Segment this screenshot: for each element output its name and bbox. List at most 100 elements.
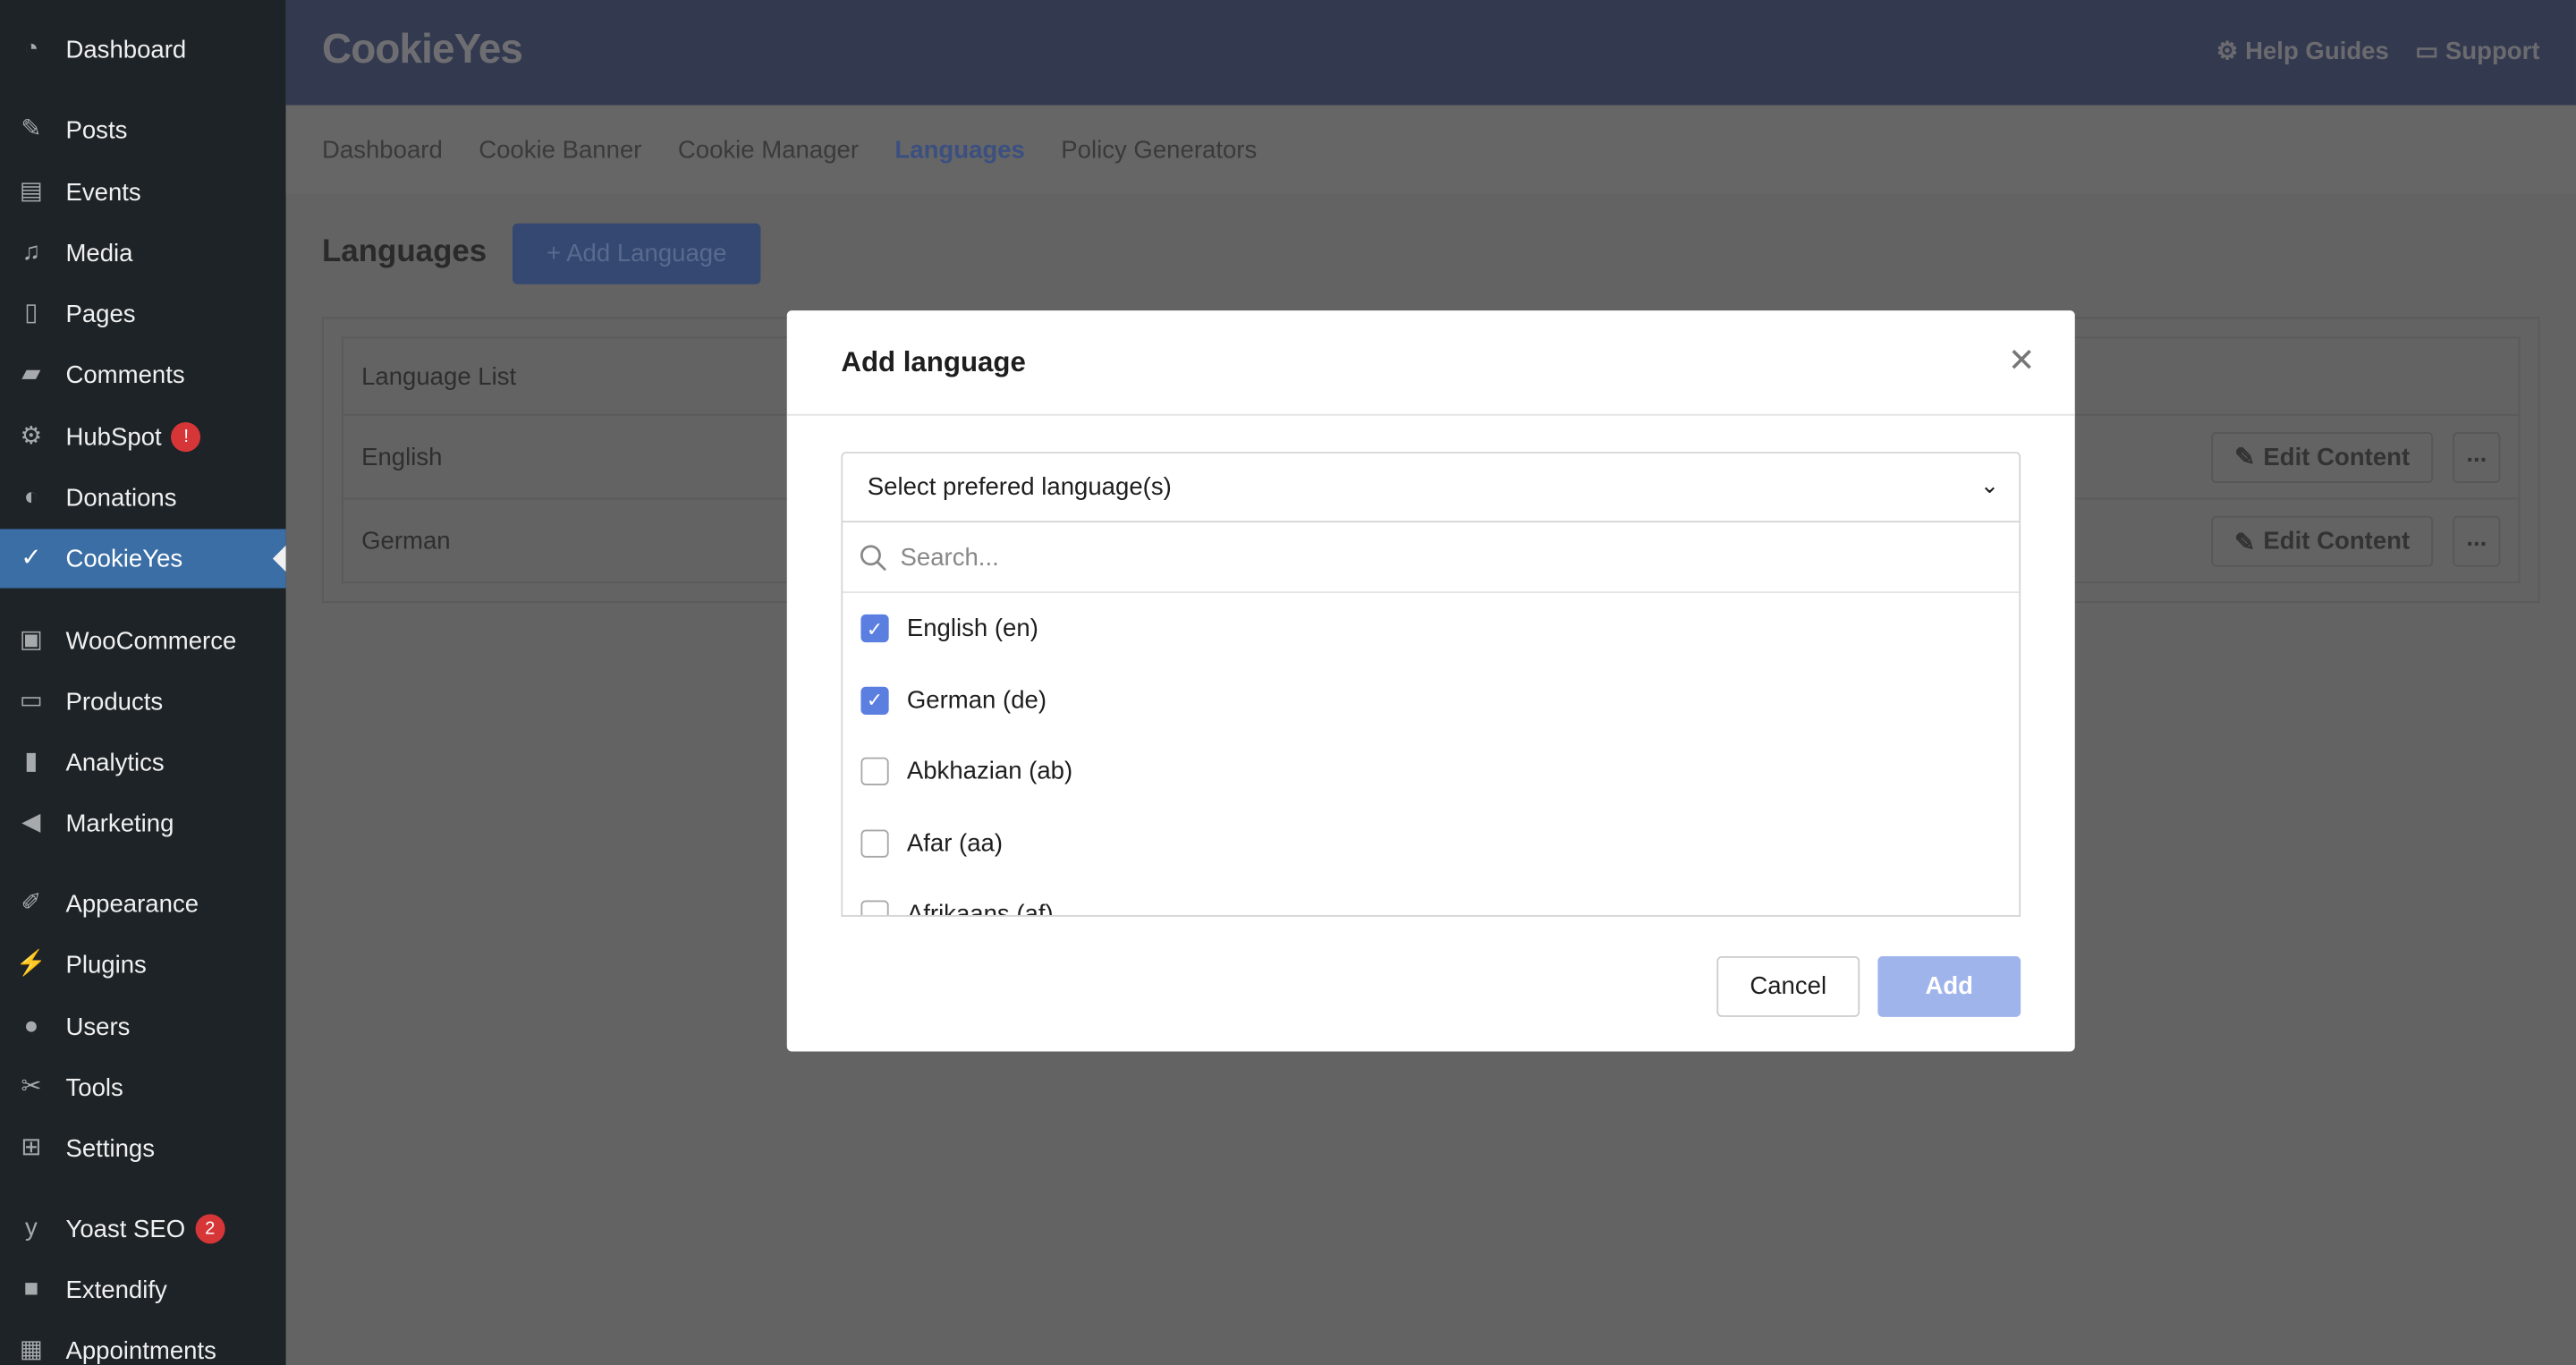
cancel-button[interactable]: Cancel xyxy=(1716,955,1860,1017)
checkbox[interactable]: ✓ xyxy=(860,615,889,643)
option-label: German (de) xyxy=(906,686,1047,715)
modal-title: Add language xyxy=(841,346,1026,378)
more-button[interactable]: ... xyxy=(2453,515,2501,567)
language-option[interactable]: Abkhazian (ab) xyxy=(843,736,2019,808)
sidebar-item-products[interactable]: ▭ Products xyxy=(0,672,286,731)
select-label: Select prefered language(s) xyxy=(867,472,1172,502)
sidebar-item-pages[interactable]: ▯ Pages xyxy=(0,284,286,343)
sidebar-item-label: Extendify xyxy=(65,1276,167,1304)
sidebar-item-donations[interactable]: ◐ Donations xyxy=(0,468,286,527)
header-label: Language List xyxy=(361,361,517,391)
screen: ◔ Dashboard ✎ Posts ▤ Events ♫ Media ▯ Pages ▰ Comm… xyxy=(0,0,2576,1365)
wrench-icon: ✂ xyxy=(21,1072,42,1101)
sidebar-item-media[interactable]: ♫ Media xyxy=(0,224,286,283)
sidebar-item-label: Media xyxy=(65,239,133,267)
archive-icon: ▭ xyxy=(19,686,43,715)
sidebar-item-marketing[interactable]: ◀ Marketing xyxy=(0,793,286,852)
tab-dashboard[interactable]: Dashboard xyxy=(322,136,443,164)
brush-icon: ✐ xyxy=(21,888,42,917)
sidebar-item-label: Comments xyxy=(65,360,185,389)
edit-icon: ✎ xyxy=(2234,443,2256,472)
sidebar-item-label: Pages xyxy=(65,300,136,328)
search-row xyxy=(843,522,2020,594)
sidebar-item-label: WooCommerce xyxy=(65,626,237,655)
notification-badge: ! xyxy=(171,422,201,453)
edit-label: Edit Content xyxy=(2263,442,2411,471)
sidebar-item-comments[interactable]: ▰ Comments xyxy=(0,345,286,404)
extendify-icon: ■ xyxy=(23,1275,39,1303)
calendar-icon: ▦ xyxy=(19,1335,43,1364)
support-label: Support xyxy=(2445,38,2540,66)
user-icon: ● xyxy=(23,1012,39,1040)
tab-policy-generators[interactable]: Policy Generators xyxy=(1061,136,1257,164)
bar-chart-icon: ▮ xyxy=(24,747,38,776)
notification-badge: 2 xyxy=(195,1214,225,1244)
language-option[interactable]: ✓ English (en) xyxy=(843,593,2019,665)
sidebar-item-appearance[interactable]: ✐ Appearance xyxy=(0,874,286,933)
language-option[interactable]: Afar (aa) xyxy=(843,808,2019,879)
checkbox[interactable] xyxy=(860,829,889,858)
sidebar-item-cookieyes[interactable]: ✓ CookieYes xyxy=(0,529,286,589)
sidebar-item-tools[interactable]: ✂ Tools xyxy=(0,1058,286,1117)
language-option[interactable]: ✓ German (de) xyxy=(843,665,2019,736)
cookieyes-icon: ✓ xyxy=(21,543,42,572)
dashboard-icon: ◔ xyxy=(23,34,39,63)
language-select[interactable]: Select prefered language(s) ⌄ xyxy=(841,452,2021,523)
plugin-nav: Dashboard Cookie Banner Cookie Manager L… xyxy=(285,105,2576,194)
sidebar-item-label: Events xyxy=(65,178,141,207)
sidebar-item-label: Donations xyxy=(65,483,177,513)
sidebar-item-yoast-seo[interactable]: y Yoast SEO 2 xyxy=(0,1200,286,1259)
sidebar-item-appointments[interactable]: ▦ Appointments xyxy=(0,1321,286,1365)
pin-icon: ✎ xyxy=(21,114,42,143)
search-icon xyxy=(860,544,886,571)
hubspot-icon: ⚙ xyxy=(20,422,43,451)
comment-icon: ▰ xyxy=(21,360,41,388)
language-option[interactable]: Afrikaans (af) xyxy=(843,879,2019,916)
tab-cookie-manager[interactable]: Cookie Manager xyxy=(678,136,859,164)
sidebar-item-label: Tools xyxy=(65,1073,123,1102)
sidebar-item-analytics[interactable]: ▮ Analytics xyxy=(0,733,286,792)
page-title: Languages xyxy=(321,234,487,270)
sidebar-item-label: Appointments xyxy=(65,1336,216,1365)
edit-icon: ✎ xyxy=(2234,528,2256,556)
add-button[interactable]: Add xyxy=(1877,955,2021,1017)
sidebar-item-hubspot[interactable]: ⚙ HubSpot! xyxy=(0,408,286,467)
sidebar-item-users[interactable]: ● Users xyxy=(0,997,286,1056)
add-language-button[interactable]: + Add Language xyxy=(513,223,761,284)
sidebar-item-plugins[interactable]: ⚡ Plugins xyxy=(0,935,286,994)
megaphone-icon: ◀ xyxy=(21,808,41,836)
sidebar-item-dashboard[interactable]: ◔ Dashboard xyxy=(0,20,286,79)
sidebar-item-label: Plugins xyxy=(65,950,147,979)
checkbox[interactable] xyxy=(860,900,889,916)
sidebar-item-events[interactable]: ▤ Events xyxy=(0,163,286,222)
divider xyxy=(786,413,2075,416)
help-guides-link[interactable]: ⚙ Help Guides xyxy=(2216,36,2389,65)
sidebar-item-label: CookieYes xyxy=(65,544,183,573)
close-icon[interactable]: ✕ xyxy=(2008,340,2036,381)
sidebar-item-extendify[interactable]: ■ Extendify xyxy=(0,1260,286,1319)
sidebar-item-settings[interactable]: ⊞ Settings xyxy=(0,1119,286,1178)
edit-content-button[interactable]: ✎ Edit Content xyxy=(2211,431,2434,483)
sidebar-item-posts[interactable]: ✎ Posts xyxy=(0,100,286,159)
plugin-header: CookieYes ⚙ Help Guides ▭ Support xyxy=(285,0,2576,106)
edit-content-button[interactable]: ✎ Edit Content xyxy=(2211,515,2434,567)
option-label: Abkhazian (ab) xyxy=(906,758,1073,786)
sidebar-item-label: Yoast SEO xyxy=(65,1215,186,1243)
sidebar-item-woocommerce[interactable]: ▣ WooCommerce xyxy=(0,611,286,670)
sidebar-item-label: Dashboard xyxy=(65,35,187,64)
search-input[interactable] xyxy=(900,543,1886,572)
tab-cookie-banner[interactable]: Cookie Banner xyxy=(479,136,641,164)
sidebar-item-label: Users xyxy=(65,1013,131,1041)
sidebar-item-label: Appearance xyxy=(65,889,199,918)
support-link[interactable]: ▭ Support xyxy=(2415,36,2539,65)
checkbox[interactable] xyxy=(860,758,889,786)
media-icon: ♫ xyxy=(21,238,41,267)
checkbox[interactable]: ✓ xyxy=(860,686,889,715)
sidebar-item-label: Posts xyxy=(65,115,128,144)
sidebar-item-label: Marketing xyxy=(65,809,174,837)
language-dropdown: ✓ English (en) ✓ German (de) Abkhazian (ab) A… xyxy=(841,522,2021,917)
sidebar-item-label: Products xyxy=(65,687,164,716)
language-name: German xyxy=(361,527,451,555)
more-button[interactable]: ... xyxy=(2453,431,2501,483)
tab-languages[interactable]: Languages xyxy=(894,136,1024,164)
